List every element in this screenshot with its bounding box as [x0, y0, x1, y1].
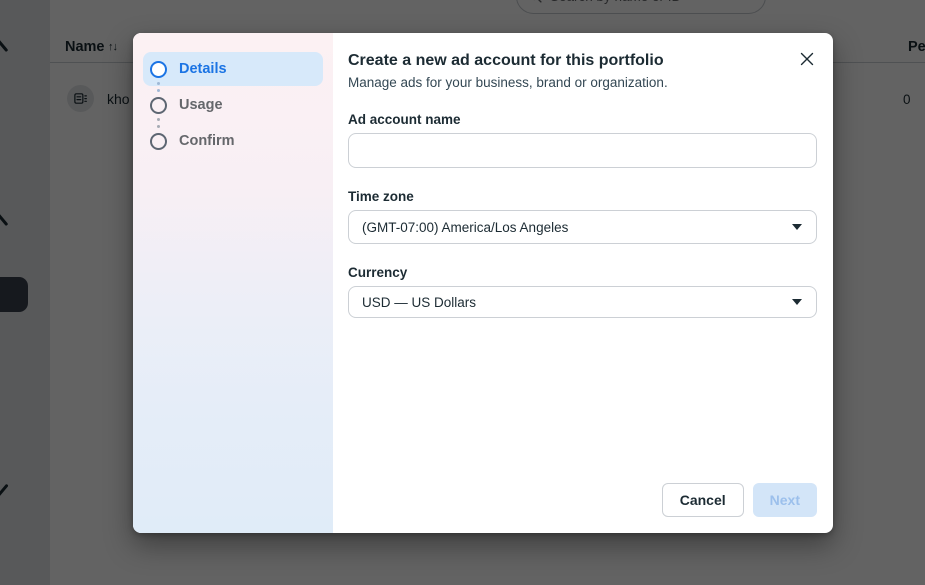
dialog-footer: Cancel Next: [662, 483, 817, 517]
screen: Search by name or ID Name ↑↓ People kho …: [0, 0, 925, 585]
step-indicator-icon: [150, 133, 167, 150]
ad-account-name-group: Ad account name: [348, 112, 817, 168]
ad-account-name-label: Ad account name: [348, 112, 817, 127]
close-icon: [799, 51, 815, 67]
step-usage[interactable]: Usage: [143, 88, 323, 122]
wizard-steps-sidebar: Details Usage Confirm: [133, 33, 333, 533]
dialog-content: Create a new ad account for this portfol…: [333, 33, 833, 533]
close-button[interactable]: [795, 47, 819, 71]
time-zone-select[interactable]: (GMT-07:00) America/Los Angeles: [348, 210, 817, 244]
next-button[interactable]: Next: [753, 483, 817, 517]
dialog-title: Create a new ad account for this portfol…: [348, 51, 817, 71]
currency-group: Currency USD — US Dollars: [348, 265, 817, 318]
currency-label: Currency: [348, 265, 817, 280]
step-label: Confirm: [179, 133, 235, 149]
create-ad-account-dialog: Details Usage Confirm: [133, 33, 833, 533]
time-zone-label: Time zone: [348, 189, 817, 204]
step-connector-dot: [157, 118, 160, 121]
step-connector-dot: [157, 82, 160, 85]
time-zone-group: Time zone (GMT-07:00) America/Los Angele…: [348, 189, 817, 244]
currency-value: USD — US Dollars: [362, 295, 476, 310]
step-label: Details: [179, 61, 227, 77]
step-indicator-icon: [150, 97, 167, 114]
cancel-button[interactable]: Cancel: [662, 483, 744, 517]
step-indicator-icon: [150, 61, 167, 78]
dialog-subtitle: Manage ads for your business, brand or o…: [348, 74, 817, 91]
chevron-down-icon: [792, 224, 802, 230]
step-label: Usage: [179, 97, 223, 113]
time-zone-value: (GMT-07:00) America/Los Angeles: [362, 220, 568, 235]
ad-account-name-input[interactable]: [348, 133, 817, 168]
currency-select[interactable]: USD — US Dollars: [348, 286, 817, 318]
step-details[interactable]: Details: [143, 52, 323, 86]
chevron-down-icon: [792, 299, 802, 305]
step-confirm[interactable]: Confirm: [143, 124, 323, 158]
